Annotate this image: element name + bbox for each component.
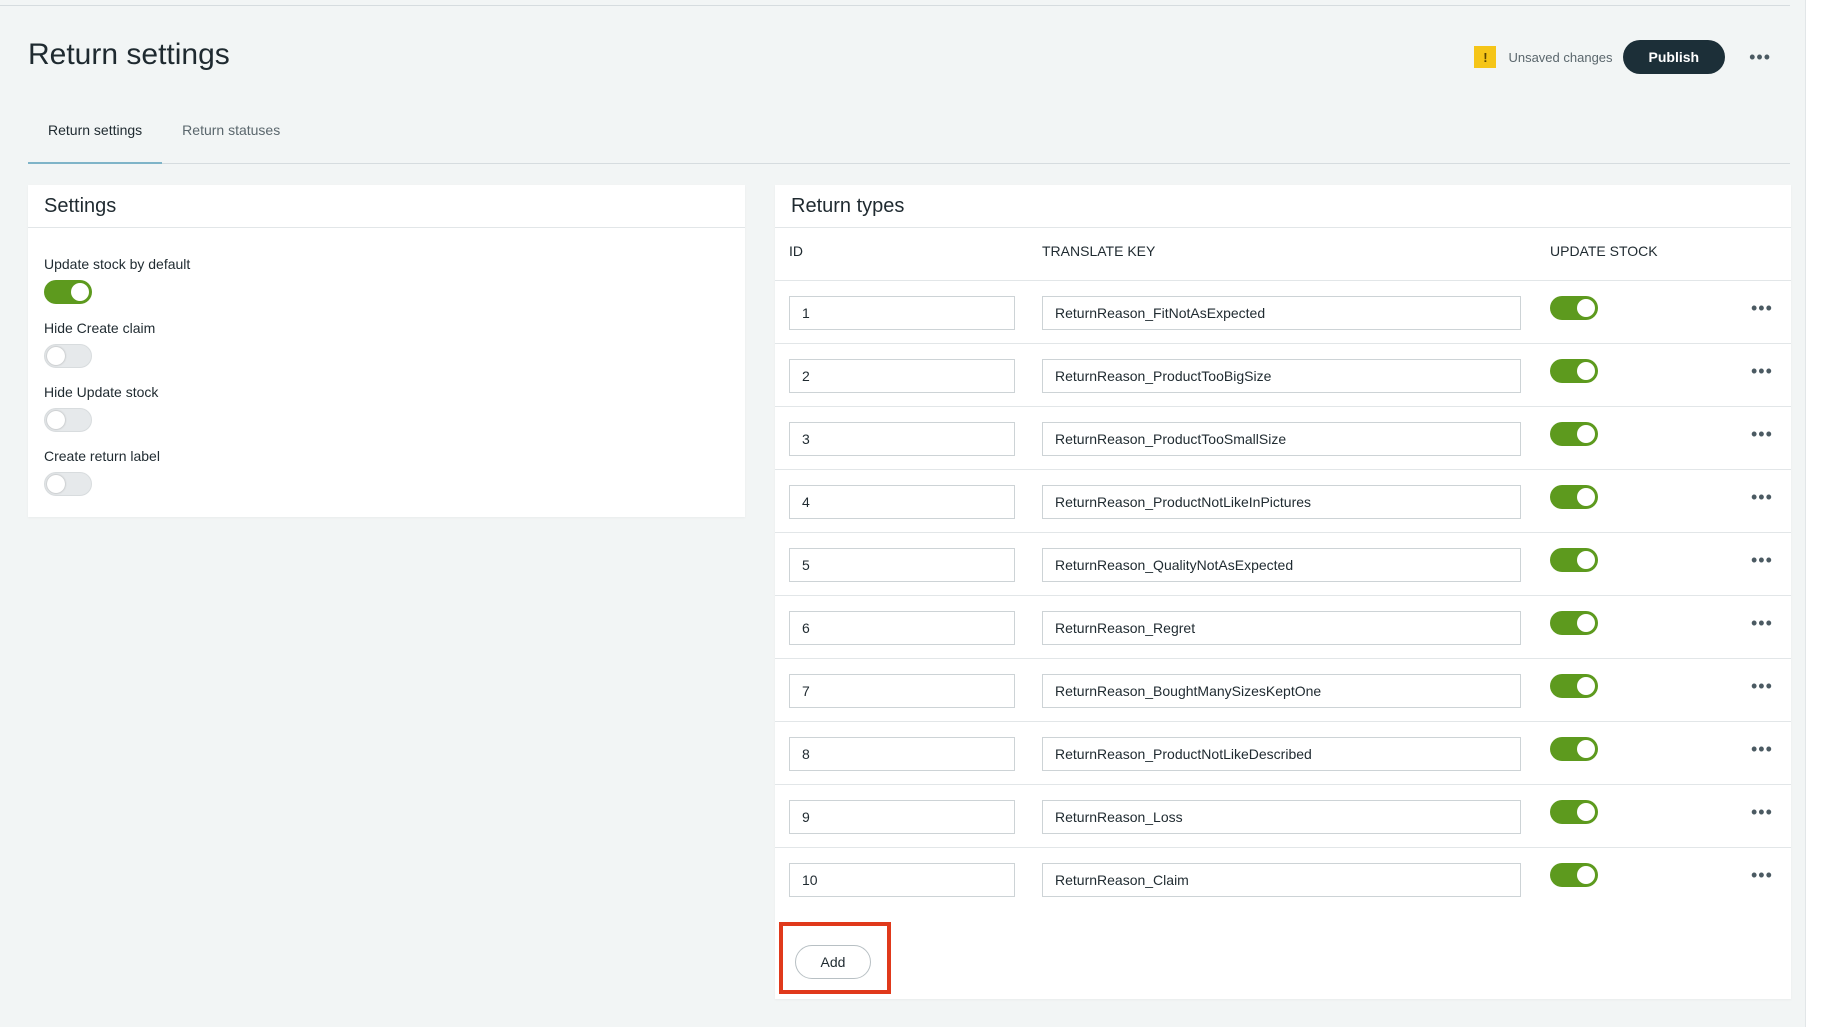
row-id-input[interactable]	[789, 296, 1015, 330]
add-button[interactable]: Add	[795, 945, 871, 979]
header-actions: ! Unsaved changes Publish •••	[1474, 40, 1771, 74]
setting-toggle[interactable]	[44, 408, 92, 432]
toggle-knob	[1577, 299, 1595, 317]
toggle-knob	[1577, 551, 1595, 569]
row-translate-key-input[interactable]	[1042, 422, 1521, 456]
row-id-input[interactable]	[789, 674, 1015, 708]
table-row: •••	[775, 722, 1791, 785]
row-id-input[interactable]	[789, 863, 1015, 897]
row-id-input[interactable]	[789, 737, 1015, 771]
row-more-icon[interactable]: •••	[1751, 298, 1773, 319]
scrollbar-track[interactable]	[1805, 0, 1823, 1027]
return-types-title: Return types	[775, 185, 1791, 228]
row-update-stock-toggle[interactable]	[1550, 485, 1598, 509]
setting-label: Update stock by default	[44, 256, 191, 272]
toggle-knob	[1577, 803, 1595, 821]
row-id-input[interactable]	[789, 611, 1015, 645]
table-row: •••	[775, 659, 1791, 722]
toggle-knob	[47, 475, 65, 493]
setting-toggle[interactable]	[44, 344, 92, 368]
table-row: •••	[775, 281, 1791, 344]
settings-title: Settings	[28, 185, 745, 228]
row-translate-key-input[interactable]	[1042, 485, 1521, 519]
toggle-knob	[47, 411, 65, 429]
row-more-icon[interactable]: •••	[1751, 550, 1773, 571]
row-id-input[interactable]	[789, 359, 1015, 393]
row-more-icon[interactable]: •••	[1751, 613, 1773, 634]
table-row: •••	[775, 533, 1791, 596]
row-translate-key-input[interactable]	[1042, 611, 1521, 645]
row-more-icon[interactable]: •••	[1751, 739, 1773, 760]
setting-toggle[interactable]	[44, 472, 92, 496]
row-translate-key-input[interactable]	[1042, 548, 1521, 582]
page-title: Return settings	[28, 38, 230, 71]
row-translate-key-input[interactable]	[1042, 359, 1521, 393]
toggle-knob	[1577, 362, 1595, 380]
setting-label: Hide Update stock	[44, 384, 159, 400]
row-more-icon[interactable]: •••	[1751, 487, 1773, 508]
toggle-knob	[47, 347, 65, 365]
row-more-icon[interactable]: •••	[1751, 865, 1773, 886]
setting-item: Create return label	[44, 448, 729, 512]
setting-item: Update stock by default	[44, 256, 729, 320]
setting-item: Hide Update stock	[44, 384, 729, 448]
setting-item: Hide Create claim	[44, 320, 729, 384]
settings-card: Settings Update stock by default Hide Cre…	[28, 185, 745, 517]
setting-label: Create return label	[44, 448, 160, 464]
toggle-knob	[1577, 866, 1595, 884]
row-translate-key-input[interactable]	[1042, 800, 1521, 834]
toggle-knob	[1577, 740, 1595, 758]
toggle-knob	[1577, 614, 1595, 632]
row-update-stock-toggle[interactable]	[1550, 800, 1598, 824]
top-divider	[0, 5, 1790, 6]
table-row: •••	[775, 848, 1791, 911]
settings-list: Update stock by default Hide Create claim…	[28, 228, 745, 512]
publish-button[interactable]: Publish	[1622, 40, 1726, 74]
toggle-knob	[71, 283, 89, 301]
row-more-icon[interactable]: •••	[1751, 361, 1773, 382]
row-id-input[interactable]	[789, 548, 1015, 582]
column-header-translate-key: TRANSLATE KEY	[1042, 243, 1156, 259]
table-row: •••	[775, 344, 1791, 407]
row-translate-key-input[interactable]	[1042, 674, 1521, 708]
row-update-stock-toggle[interactable]	[1550, 359, 1598, 383]
row-translate-key-input[interactable]	[1042, 737, 1521, 771]
return-types-card: Return types ID TRANSLATE KEY UPDATE STO…	[775, 185, 1791, 999]
page-more-icon[interactable]: •••	[1749, 48, 1771, 66]
column-header-update-stock: UPDATE STOCK	[1550, 243, 1658, 259]
row-update-stock-toggle[interactable]	[1550, 548, 1598, 572]
table-row: •••	[775, 470, 1791, 533]
row-translate-key-input[interactable]	[1042, 296, 1521, 330]
tab-bar: Return settings Return statuses	[28, 110, 1790, 164]
row-update-stock-toggle[interactable]	[1550, 296, 1598, 320]
row-more-icon[interactable]: •••	[1751, 424, 1773, 445]
row-more-icon[interactable]: •••	[1751, 676, 1773, 697]
row-update-stock-toggle[interactable]	[1550, 737, 1598, 761]
setting-toggle[interactable]	[44, 280, 92, 304]
row-update-stock-toggle[interactable]	[1550, 674, 1598, 698]
row-update-stock-toggle[interactable]	[1550, 863, 1598, 887]
setting-label: Hide Create claim	[44, 320, 156, 336]
table-row: •••	[775, 407, 1791, 470]
row-update-stock-toggle[interactable]	[1550, 611, 1598, 635]
toggle-knob	[1577, 677, 1595, 695]
unsaved-changes-label: Unsaved changes	[1508, 49, 1613, 65]
table-row: •••	[775, 785, 1791, 848]
row-update-stock-toggle[interactable]	[1550, 422, 1598, 446]
row-more-icon[interactable]: •••	[1751, 802, 1773, 823]
column-header-id: ID	[789, 243, 803, 259]
row-id-input[interactable]	[789, 422, 1015, 456]
toggle-knob	[1577, 425, 1595, 443]
tab-return-statuses[interactable]: Return statuses	[162, 110, 300, 164]
table-row: •••	[775, 596, 1791, 659]
row-id-input[interactable]	[789, 800, 1015, 834]
toggle-knob	[1577, 488, 1595, 506]
row-translate-key-input[interactable]	[1042, 863, 1521, 897]
tab-return-settings[interactable]: Return settings	[28, 110, 163, 164]
row-id-input[interactable]	[789, 485, 1015, 519]
warning-icon: !	[1474, 46, 1497, 68]
